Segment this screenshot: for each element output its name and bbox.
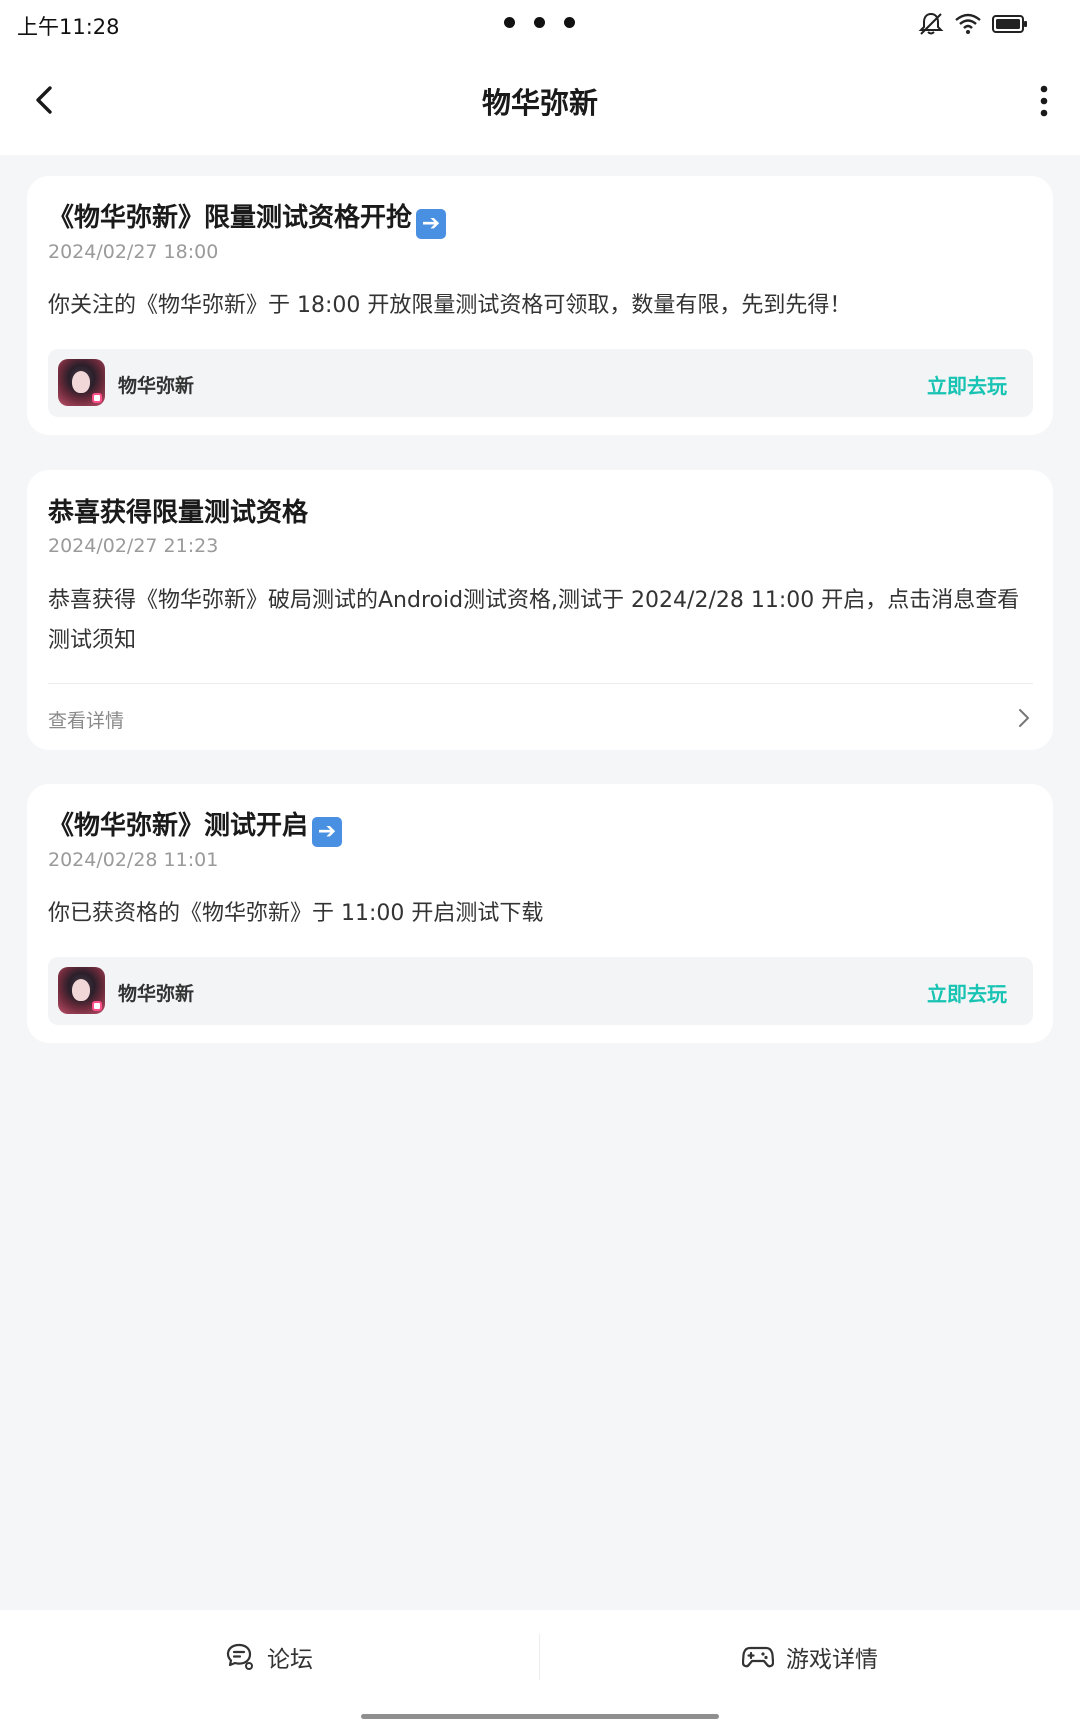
screen: 上午11:28 物华弥新 《物华弥新》限量测试资格开抢 ➔ 2024/02/27… xyxy=(0,0,1080,1728)
chevron-right-icon[interactable] xyxy=(1017,707,1031,729)
card-time: 2024/02/28 11:01 xyxy=(48,849,219,871)
status-icons xyxy=(918,11,1028,37)
card-time: 2024/02/27 21:23 xyxy=(48,535,219,557)
game-name: 物华弥新 xyxy=(118,983,195,1005)
page-title: 物华弥新 xyxy=(481,86,598,120)
forum-tab[interactable]: 论坛 xyxy=(225,1640,313,1674)
card-title: 《物华弥新》限量测试资格开抢 ➔ xyxy=(48,197,447,239)
card-title-text: 《物华弥新》测试开启 xyxy=(48,811,309,841)
card-body: 你已获资格的《物华弥新》于 11:00 开启测试下载 xyxy=(48,901,544,926)
forum-tab-label: 论坛 xyxy=(267,1647,313,1673)
forum-chat-icon xyxy=(226,1643,253,1670)
bottom-bar: 论坛 游戏详情 xyxy=(0,1610,1080,1728)
play-now-button[interactable]: 立即去玩 xyxy=(927,370,1007,399)
right-arrow-icon: ➔ xyxy=(312,817,343,847)
gamepad-icon xyxy=(742,1646,774,1668)
game-avatar-icon xyxy=(58,359,105,406)
game-details-tab[interactable]: 游戏详情 xyxy=(742,1640,878,1674)
card-body: 你关注的《物华弥新》于 18:00 开放限量测试资格可领取，数量有限，先到先得！ xyxy=(48,293,852,318)
game-row[interactable]: 物华弥新 立即去玩 xyxy=(48,957,1033,1025)
card-title: 恭喜获得限量测试资格 xyxy=(48,498,309,528)
card-title-text: 《物华弥新》限量测试资格开抢 xyxy=(48,203,413,233)
status-dots xyxy=(504,17,575,28)
status-time: 上午11:28 xyxy=(17,15,120,39)
game-name: 物华弥新 xyxy=(118,375,195,397)
card-title: 《物华弥新》测试开启 ➔ xyxy=(48,805,343,847)
divider xyxy=(48,683,1033,684)
game-row[interactable]: 物华弥新 立即去玩 xyxy=(48,349,1033,417)
more-options-icon[interactable] xyxy=(1036,84,1052,118)
home-indicator xyxy=(361,1714,719,1719)
mute-bell-icon xyxy=(918,12,944,35)
card-time: 2024/02/27 18:00 xyxy=(48,241,219,263)
message-card[interactable]: 《物华弥新》限量测试资格开抢 ➔ 2024/02/27 18:00 你关注的《物华… xyxy=(27,176,1053,435)
play-now-button[interactable]: 立即去玩 xyxy=(927,978,1007,1007)
game-details-tab-label: 游戏详情 xyxy=(786,1647,878,1673)
right-arrow-icon: ➔ xyxy=(416,209,447,239)
wifi-icon xyxy=(955,13,981,34)
message-card[interactable]: 《物华弥新》测试开启 ➔ 2024/02/28 11:01 你已获资格的《物华弥新… xyxy=(27,784,1053,1043)
game-avatar-icon xyxy=(58,967,105,1014)
view-details-link[interactable]: 查看详情 xyxy=(48,706,124,733)
app-header: 物华弥新 xyxy=(0,50,1080,155)
battery-icon xyxy=(992,15,1027,33)
status-bar: 上午11:28 xyxy=(0,0,1080,50)
card-body: 恭喜获得《物华弥新》破局测试的Android测试资格,测试于 2024/2/28… xyxy=(48,588,1020,653)
bottom-separator xyxy=(539,1634,540,1680)
message-card[interactable]: 恭喜获得限量测试资格 2024/02/27 21:23 恭喜获得《物华弥新》破局… xyxy=(27,470,1053,750)
